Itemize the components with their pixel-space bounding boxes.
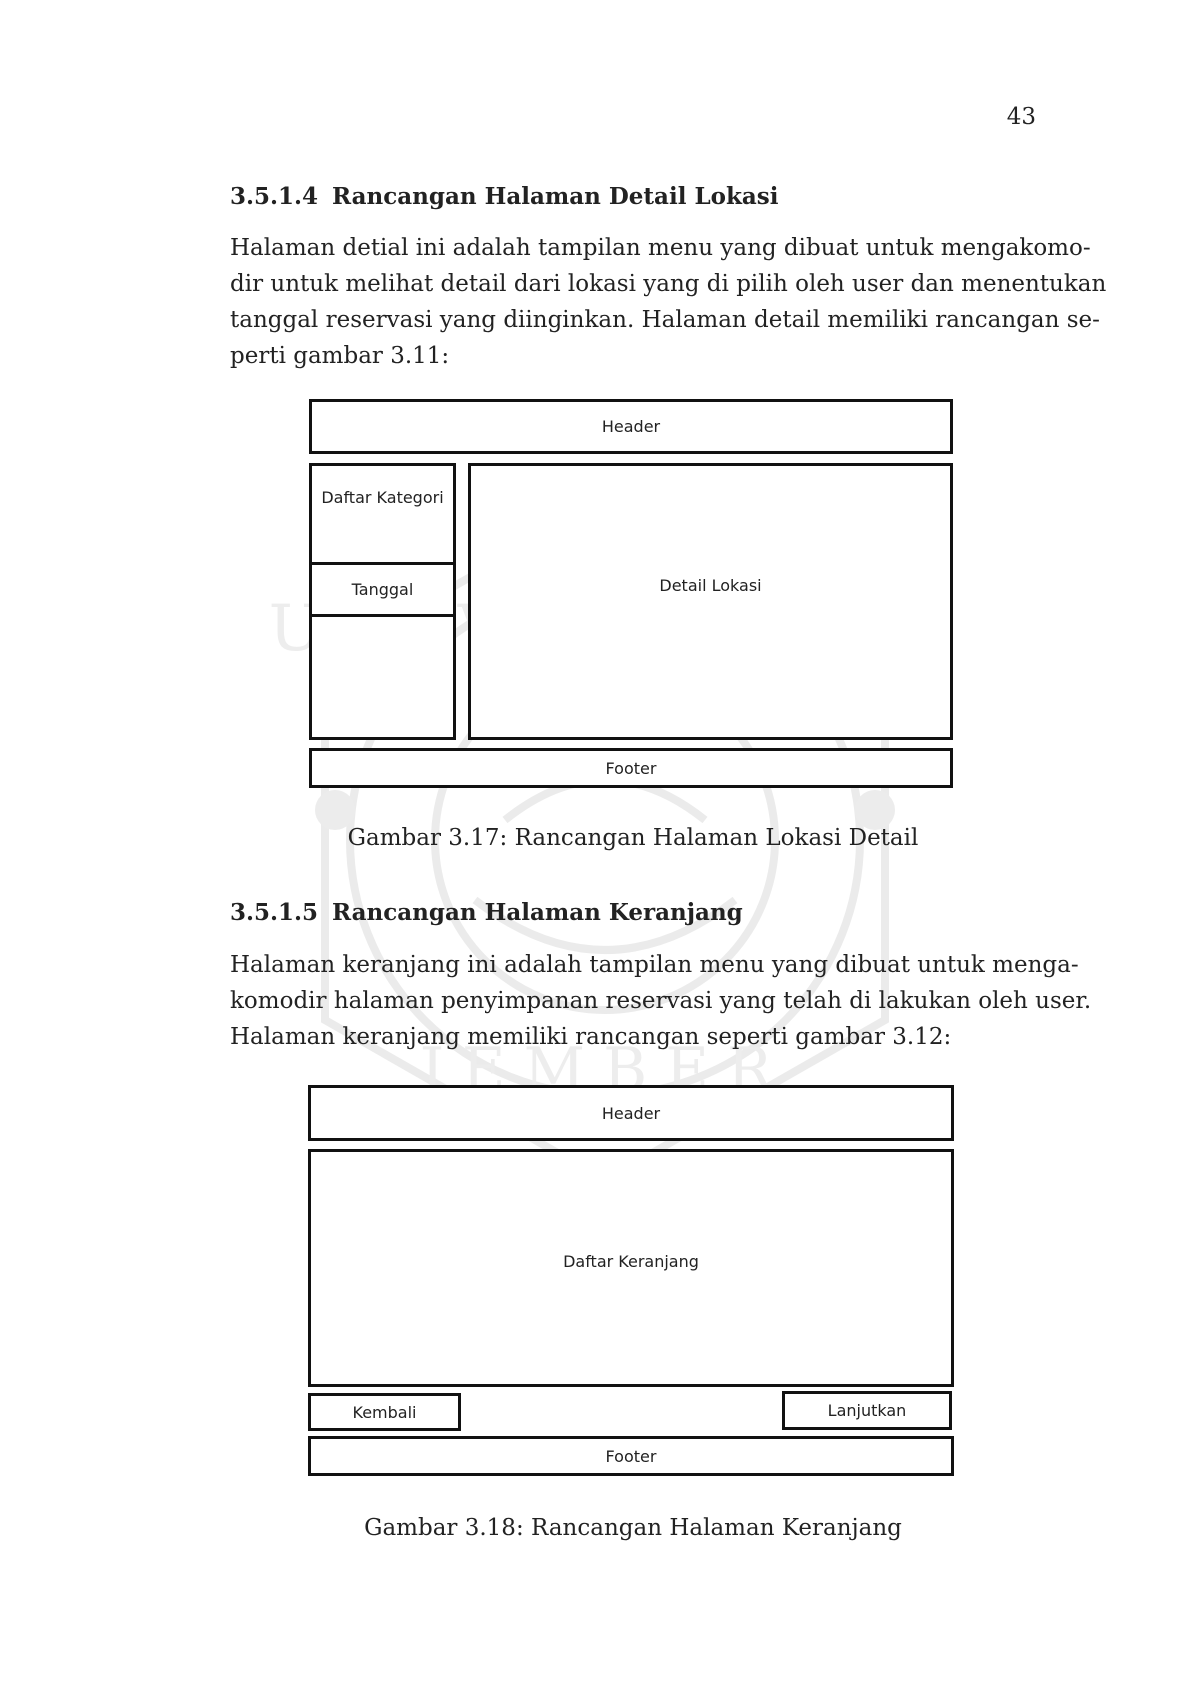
wireframe-footer: Footer xyxy=(308,1436,954,1476)
paragraph-line: Halaman keranjang memiliki rancangan sep… xyxy=(230,1024,952,1050)
wireframe-label: Header xyxy=(601,417,661,436)
section-number: 3.5.1.5 xyxy=(230,899,319,926)
paragraph-line: perti gambar 3.11: xyxy=(230,343,450,369)
wireframe-header: Header xyxy=(309,399,953,454)
paragraph-keranjang: Halaman keranjang ini adalah tampilan me… xyxy=(230,947,1092,1055)
wireframe-label: Tanggal xyxy=(351,580,414,599)
section-heading-detail-lokasi: 3.5.1.4 Rancangan Halaman Detail Lokasi xyxy=(230,183,778,210)
section-title: Rancangan Halaman Detail Lokasi xyxy=(332,183,779,210)
figure-caption-3-17: Gambar 3.17: Rancangan Halaman Lokasi De… xyxy=(347,825,919,851)
wireframe-label: Footer xyxy=(605,1446,657,1466)
wireframe-tanggal: Tanggal xyxy=(309,562,456,617)
wireframe-label: Header xyxy=(601,1103,661,1123)
section-heading-keranjang: 3.5.1.5 Rancangan Halaman Keranjang xyxy=(230,899,743,926)
wireframe-daftar-keranjang: Daftar Keranjang xyxy=(308,1149,954,1387)
wireframe-header: Header xyxy=(308,1085,954,1141)
paragraph-line: dir untuk melihat detail dari lokasi yan… xyxy=(230,271,1107,297)
wireframe-kembali-button: Kembali xyxy=(308,1393,461,1431)
wireframe-daftar-kategori: Daftar Kategori xyxy=(321,488,444,507)
wireframe-label: Detail Lokasi xyxy=(659,576,762,595)
wireframe-label: Kembali xyxy=(352,1402,417,1422)
section-number: 3.5.1.4 xyxy=(230,183,319,210)
wireframe-detail-lokasi: Detail Lokasi xyxy=(468,463,953,740)
wireframe-label: Daftar Keranjang xyxy=(563,1252,699,1271)
paragraph-line: Halaman keranjang ini adalah tampilan me… xyxy=(230,952,1079,978)
paragraph-detail-lokasi: Halaman detial ini adalah tampilan menu … xyxy=(230,230,1107,374)
wireframe-lanjutkan-button: Lanjutkan xyxy=(782,1391,952,1430)
wireframe-label: Footer xyxy=(605,758,657,778)
wireframe-footer: Footer xyxy=(309,748,953,788)
wireframe-label: Lanjutkan xyxy=(827,1401,907,1420)
figure-caption-3-18: Gambar 3.18: Rancangan Halaman Keranjang xyxy=(364,1515,902,1541)
section-title: Rancangan Halaman Keranjang xyxy=(332,899,743,926)
paragraph-line: Halaman detial ini adalah tampilan menu … xyxy=(230,235,1091,261)
paragraph-line: tanggal reservasi yang diinginkan. Halam… xyxy=(230,307,1100,333)
page-number: 43 xyxy=(1006,104,1036,130)
paragraph-line: komodir halaman penyimpanan reservasi ya… xyxy=(230,988,1092,1014)
